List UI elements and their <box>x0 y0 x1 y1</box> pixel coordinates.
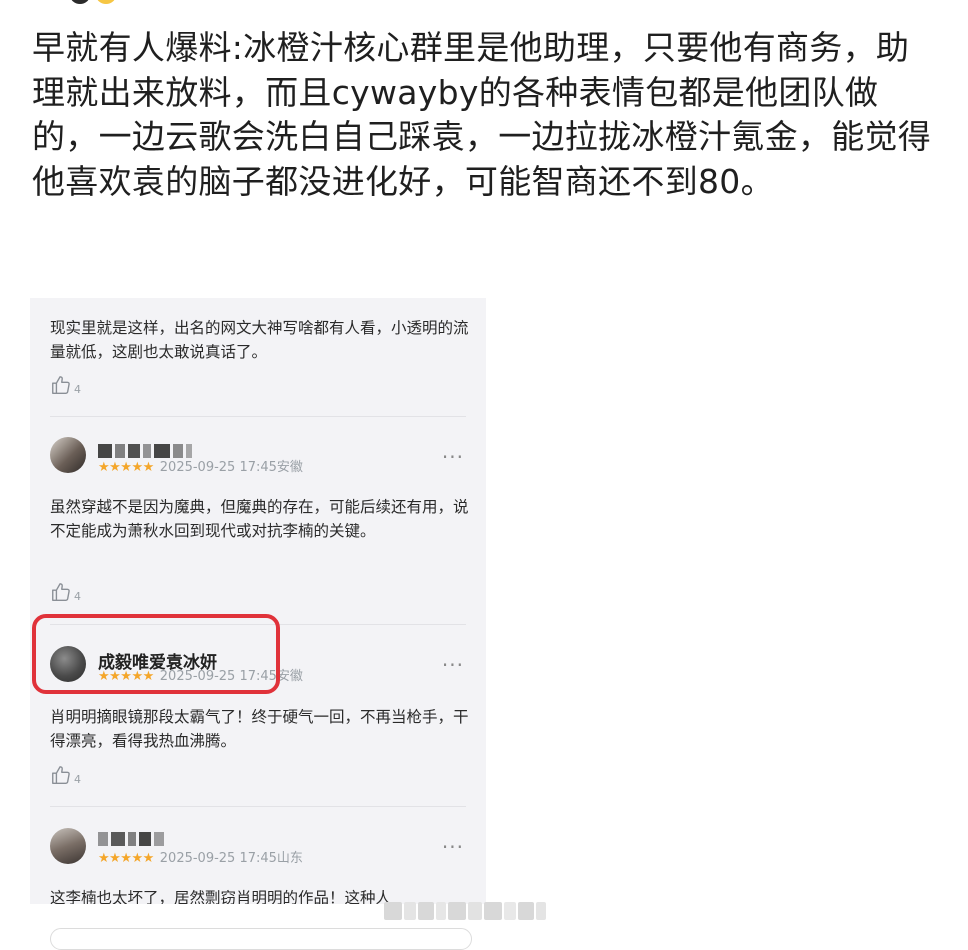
comment-text: 现实里就是这样，出名的网文大神写啥都有人看，小透明的流量就低，这剧也太敢说真话了… <box>50 319 469 361</box>
bottom-input-bar-edge[interactable] <box>50 928 472 950</box>
rating-meta: ★★★★★ 2025-09-25 17:45山东 <box>98 851 303 867</box>
thumbs-up-icon <box>52 376 70 394</box>
comment-text: 肖明明摘眼镜那段太霸气了！终于硬气一回，不再当枪手，干得漂亮，看得我热血沸腾。 <box>50 708 469 750</box>
like-button[interactable]: 4 <box>50 581 81 603</box>
rating-meta: ★★★★★ 2025-09-25 17:45安徽 <box>98 460 303 476</box>
comment-timestamp-location: 2025-09-25 17:45安徽 <box>159 460 303 475</box>
embedded-comment-screenshot: 现实里就是这样，出名的网文大神写啥都有人看，小透明的流量就低，这剧也太敢说真话了… <box>30 298 486 904</box>
star-rating: ★★★★★ <box>98 851 154 866</box>
red-highlight-box <box>32 614 280 694</box>
watermark-pixelated <box>384 898 546 924</box>
comment-timestamp-location: 2025-09-25 17:45山东 <box>159 851 303 866</box>
more-options-icon[interactable]: ··· <box>442 837 464 857</box>
more-options-icon[interactable]: ··· <box>442 447 464 467</box>
like-count: 4 <box>74 773 81 786</box>
username-pixelated <box>98 444 192 458</box>
thumbs-up-icon <box>52 766 70 784</box>
like-button[interactable]: 4 <box>50 374 81 396</box>
star-rating: ★★★★★ <box>98 460 154 475</box>
comment-divider <box>50 806 466 807</box>
username-pixelated <box>98 832 164 846</box>
like-button[interactable]: 4 <box>50 764 81 786</box>
like-count: 4 <box>74 383 81 396</box>
like-count: 4 <box>74 590 81 603</box>
comment-text: 虽然穿越不是因为魔典，但魔典的存在，可能后续还有用，说不定能成为萧秋水回到现代或… <box>50 498 469 540</box>
thumbs-up-icon <box>52 583 70 601</box>
post-body-text: 早就有人爆料:冰橙汁核心群里是他助理，只要他有商务，助理就出来放料，而且cywa… <box>32 28 932 201</box>
top-partial-emoji <box>70 0 130 6</box>
avatar[interactable] <box>50 437 86 473</box>
comment-divider <box>50 416 466 417</box>
avatar[interactable] <box>50 828 86 864</box>
more-options-icon[interactable]: ··· <box>442 655 464 675</box>
